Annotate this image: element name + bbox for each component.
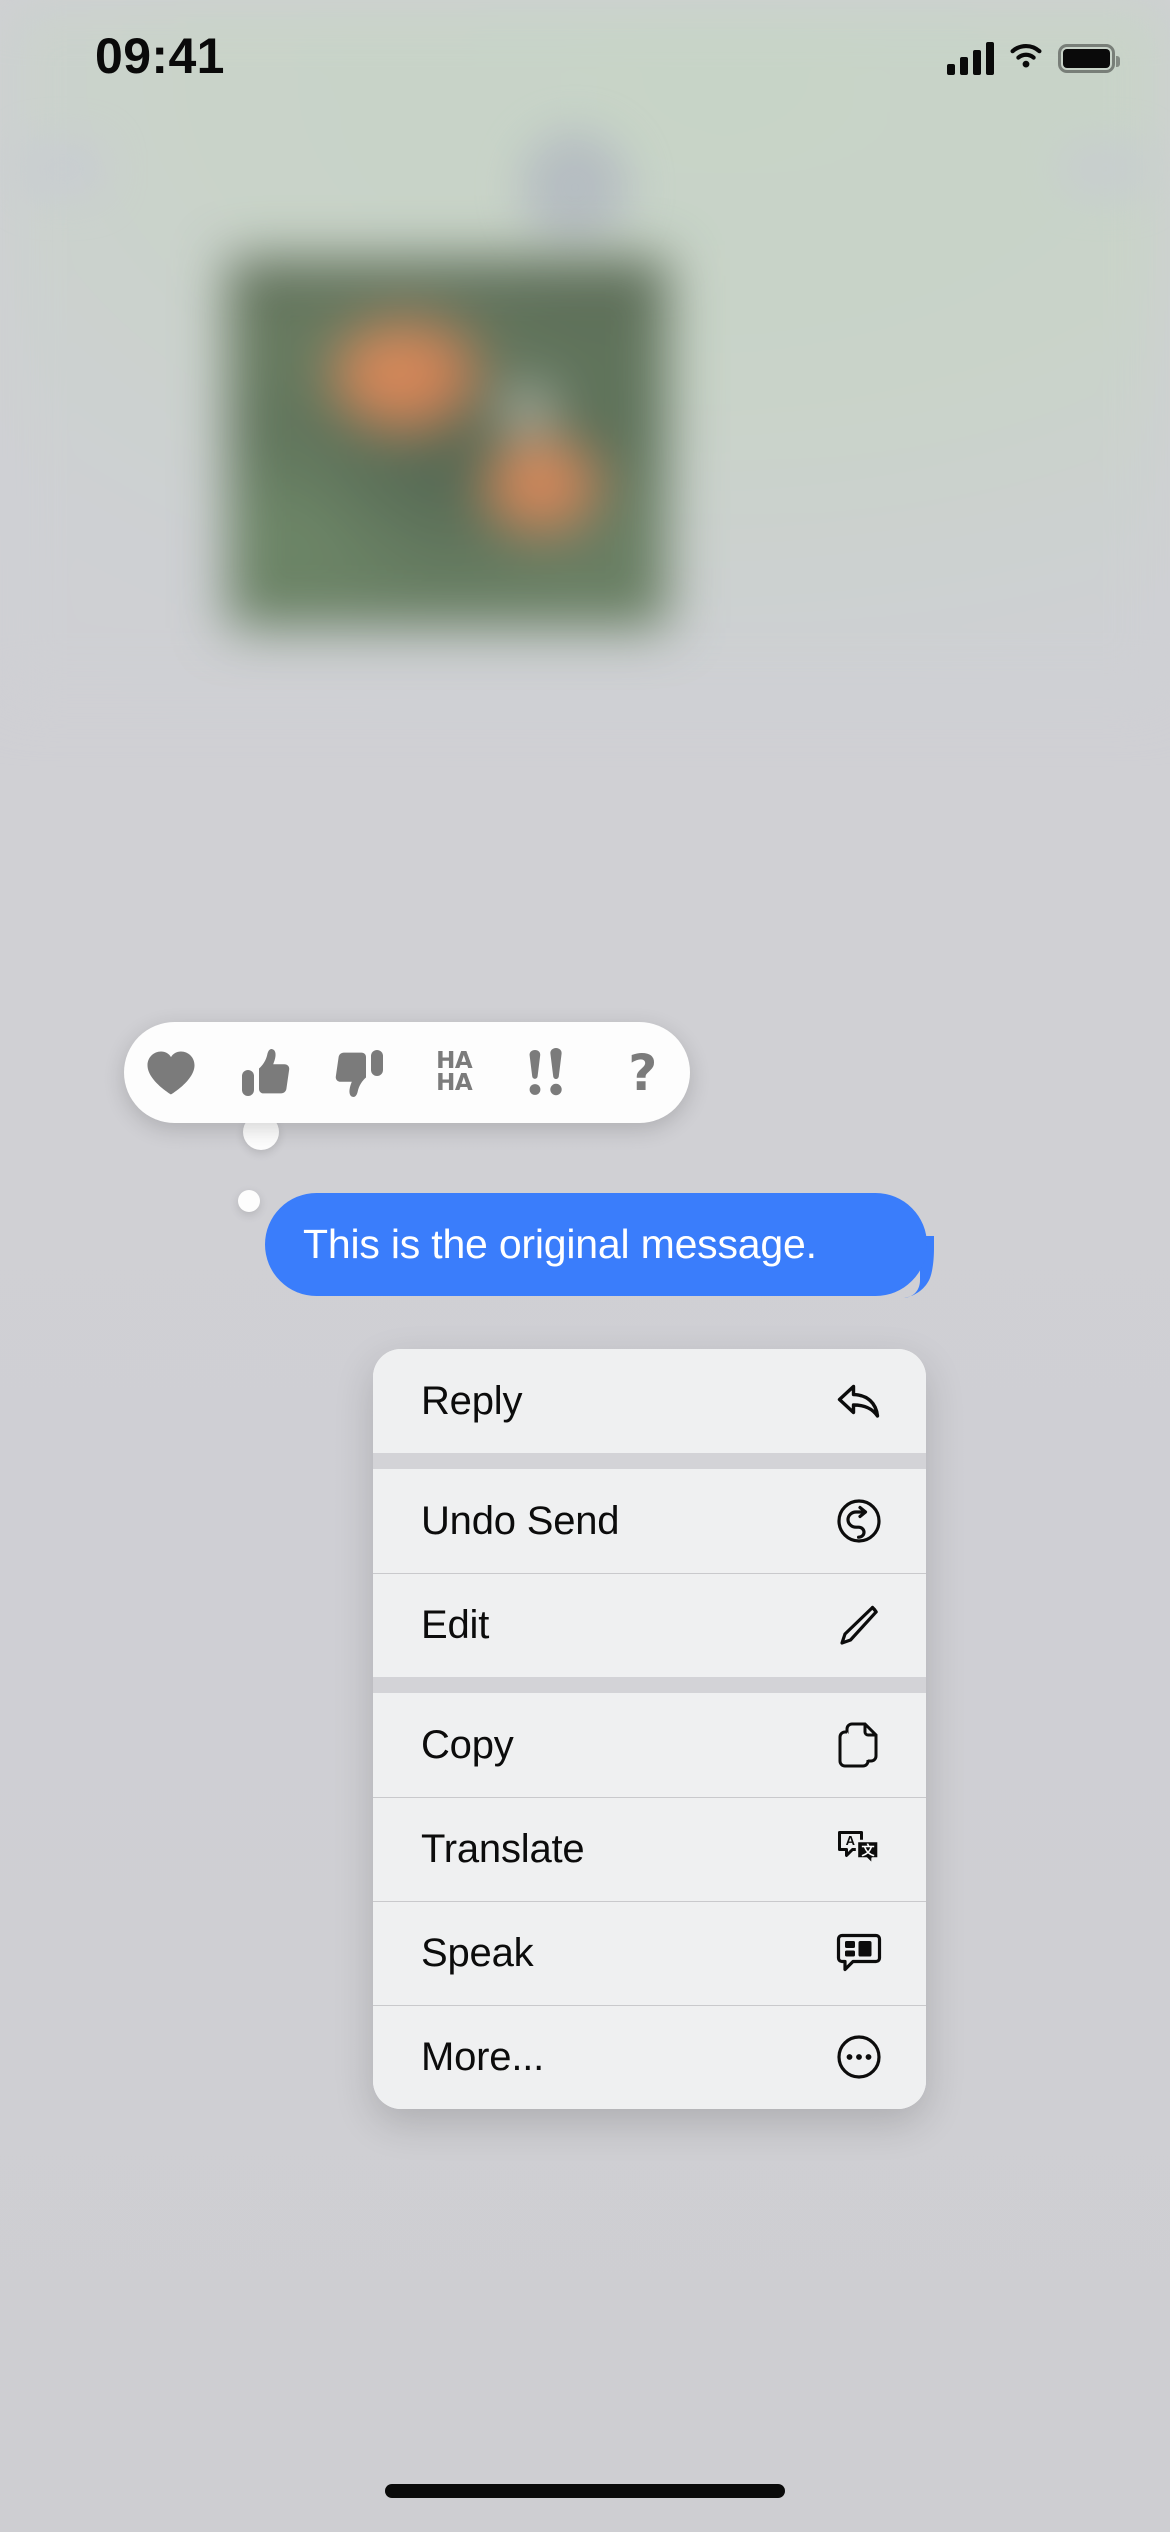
menu-item-label: Translate [421, 1826, 585, 1871]
home-indicator[interactable] [385, 2484, 785, 2498]
menu-group-divider [373, 1453, 926, 1469]
heart-icon [145, 1049, 197, 1097]
copy-documents-icon [832, 1718, 886, 1772]
status-time: 09:41 [95, 28, 225, 84]
status-bar: 09:41 [0, 0, 1170, 112]
menu-item-label: More... [421, 2034, 545, 2079]
double-exclamation-icon [526, 1047, 570, 1099]
menu-item-label: Undo Send [421, 1498, 620, 1543]
iphone-screen: 09:41 HA HA ? This is the original messa… [0, 0, 1170, 2532]
menu-group-actions: Copy Translate A 文 Speak More... [373, 1693, 926, 2109]
menu-item-label: Copy [421, 1722, 514, 1767]
menu-item-edit[interactable]: Edit [373, 1573, 926, 1677]
cellular-bars-icon [947, 42, 994, 75]
bubble-tail-dot-small [238, 1190, 260, 1212]
reply-arrow-icon [832, 1374, 886, 1428]
tapback-thumbs-up[interactable] [218, 1022, 312, 1123]
wifi-icon [1008, 42, 1044, 75]
menu-item-label: Reply [421, 1378, 523, 1423]
message-context-menu[interactable]: Reply Undo Send Edit Copy Translate A 文 … [373, 1349, 926, 2109]
tapback-haha[interactable]: HA HA [407, 1022, 501, 1123]
haha-icon: HA HA [436, 1048, 473, 1096]
translate-bubbles-icon: A 文 [832, 1822, 886, 1876]
battery-full-icon [1058, 44, 1120, 73]
menu-item-speak[interactable]: Speak [373, 1901, 926, 2005]
menu-item-label: Edit [421, 1602, 490, 1647]
tapback-thumbs-down[interactable] [313, 1022, 407, 1123]
more-ellipsis-circle-icon [832, 2030, 886, 2084]
question-mark-icon: ? [628, 1043, 658, 1102]
thumbs-up-icon [240, 1046, 290, 1100]
status-indicators [947, 42, 1120, 75]
tapback-heart[interactable] [124, 1022, 218, 1123]
menu-group-edit: Undo Send Edit [373, 1469, 926, 1677]
menu-item-translate[interactable]: Translate A 文 [373, 1797, 926, 1901]
menu-item-label: Speak [421, 1930, 534, 1975]
speak-bubble-icon [832, 1926, 886, 1980]
menu-group-divider [373, 1677, 926, 1693]
thumbs-down-icon [335, 1046, 385, 1100]
pencil-icon [832, 1598, 886, 1652]
message-bubble[interactable]: This is the original message. [265, 1193, 927, 1296]
undo-circle-arrow-icon [832, 1494, 886, 1548]
tapback-exclamation[interactable] [501, 1022, 595, 1123]
message-text: This is the original message. [303, 1221, 817, 1267]
menu-item-reply[interactable]: Reply [373, 1349, 926, 1453]
menu-item-undo-send[interactable]: Undo Send [373, 1469, 926, 1573]
tapback-question[interactable]: ? [596, 1022, 690, 1123]
tapback-reaction-bar[interactable]: HA HA ? [124, 1022, 690, 1123]
menu-group-reply: Reply [373, 1349, 926, 1453]
svg-text:A: A [846, 1833, 856, 1848]
svg-text:文: 文 [861, 1843, 875, 1859]
menu-item-more[interactable]: More... [373, 2005, 926, 2109]
menu-item-copy[interactable]: Copy [373, 1693, 926, 1797]
